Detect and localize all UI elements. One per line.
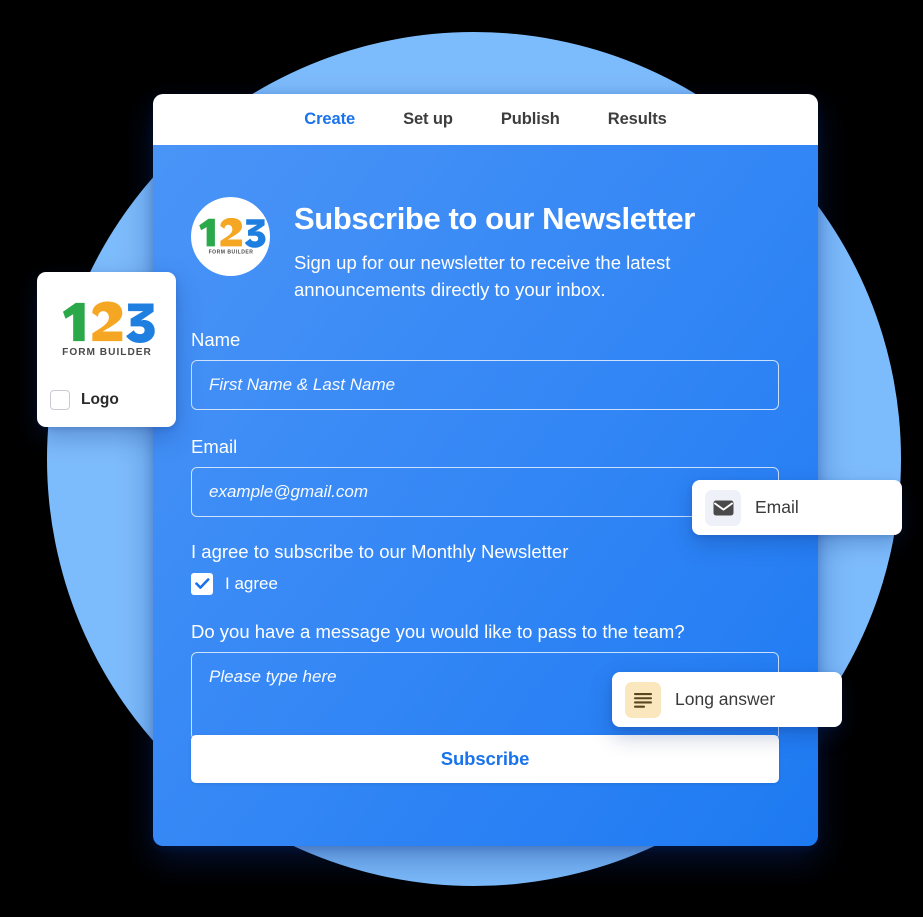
tab-results[interactable]: Results xyxy=(584,110,691,129)
agree-checkbox-label: I agree xyxy=(225,574,278,594)
email-input[interactable]: example@gmail.com xyxy=(191,467,779,518)
logo-settings-panel: FORM BUILDER Logo xyxy=(37,272,176,427)
envelope-icon xyxy=(705,489,741,526)
screenshot-root: Create Set up Publish Results FORM BUILD… xyxy=(0,0,923,917)
field-type-badge-long-answer-label: Long answer xyxy=(675,689,776,709)
logo-checkbox-label: Logo xyxy=(81,391,119,408)
form-title: Subscribe to our Newsletter xyxy=(294,201,695,236)
field-type-badge-long-answer[interactable]: Long answer xyxy=(612,672,842,727)
logo-toggle-row[interactable]: Logo xyxy=(50,390,119,410)
field-name-label: Name xyxy=(191,329,241,351)
agree-checkbox-row[interactable]: I agree xyxy=(191,573,780,596)
field-name: Name First Name & Last Name xyxy=(191,329,780,411)
name-input[interactable]: First Name & Last Name xyxy=(191,360,779,411)
envelope-icon-glyph xyxy=(713,500,733,515)
check-icon xyxy=(194,578,209,590)
field-message-label: Do you have a message you would like to … xyxy=(191,621,685,643)
tab-create[interactable]: Create xyxy=(280,110,379,129)
logo-123formbuilder-icon: FORM BUILDER xyxy=(196,217,265,256)
field-type-badge-email-label: Email xyxy=(755,497,799,517)
subscribe-button-label: Subscribe xyxy=(440,748,530,769)
field-agree-question: I agree to subscribe to our Monthly News… xyxy=(191,541,569,563)
tab-setup[interactable]: Set up xyxy=(379,110,477,129)
logo-digits-icon-large xyxy=(62,301,155,344)
form-header-text: Subscribe to our Newsletter Sign up for … xyxy=(294,197,754,303)
agree-checkbox[interactable] xyxy=(191,573,213,596)
email-input-placeholder: example@gmail.com xyxy=(209,482,368,502)
logo-checkbox[interactable] xyxy=(50,390,70,410)
tab-publish[interactable]: Publish xyxy=(477,110,584,129)
logo-digits-icon xyxy=(198,217,265,248)
field-type-badge-email[interactable]: Email xyxy=(692,480,902,535)
logo-123formbuilder-icon-large: FORM BUILDER xyxy=(59,301,155,358)
form-builder-card: Create Set up Publish Results FORM BUILD… xyxy=(153,94,818,846)
form-subtitle: Sign up for our newsletter to receive th… xyxy=(294,252,671,300)
long-answer-icon xyxy=(625,681,661,718)
form-header: FORM BUILDER Subscribe to our Newsletter… xyxy=(191,197,780,303)
name-input-placeholder: First Name & Last Name xyxy=(209,375,396,395)
logo-panel-wordmark: FORM BUILDER xyxy=(61,346,152,358)
message-textarea-placeholder: Please type here xyxy=(209,667,337,687)
form-builder-tabs: Create Set up Publish Results xyxy=(153,94,818,145)
logo-wordmark: FORM BUILDER xyxy=(208,249,253,256)
field-agree: I agree to subscribe to our Monthly News… xyxy=(191,541,780,596)
long-answer-icon-glyph xyxy=(634,692,652,708)
subscribe-button[interactable]: Subscribe xyxy=(191,735,779,783)
field-email-label: Email xyxy=(191,436,238,458)
form-logo-avatar: FORM BUILDER xyxy=(191,197,270,276)
